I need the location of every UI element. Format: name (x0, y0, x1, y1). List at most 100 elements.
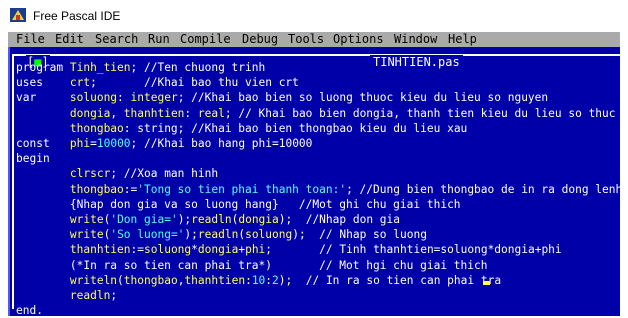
code-token: program (16, 61, 70, 74)
menu-compile[interactable]: Compile (180, 32, 231, 47)
code-token: 10000 (96, 137, 131, 150)
code-token: ); (184, 228, 198, 242)
code-token: write (69, 213, 104, 226)
code-token: ; //Dung bien thongbao de in ra dong len… (346, 182, 623, 196)
code-token: : (117, 91, 131, 105)
code-token: ; //Khai bao bien so luong thuoc kieu du… (177, 91, 549, 105)
code-token: thanhtien (184, 273, 246, 287)
menu-search[interactable]: Search (95, 32, 138, 47)
code-token: soluong (245, 228, 293, 242)
editor-window: [■] TINHTIEN.pas program Tinh_tien; //Te… (8, 47, 622, 318)
code-token: ; //Khai bao thu vien crt (90, 76, 299, 90)
code-token: := (130, 243, 144, 257)
code-token: 'Don gia=' (110, 213, 178, 226)
code-token: (*In ra so tien can phai tra*) // Mot hg… (16, 258, 488, 272)
menu-run[interactable]: Run (148, 32, 170, 47)
code-line[interactable]: var soluong: integer; //Khai bao bien so… (16, 90, 548, 105)
code-token: phi (69, 137, 91, 150)
title-bar: Free Pascal IDE (0, 0, 628, 30)
code-line[interactable]: thanhtien:=soluong*dongia+phi; // Tinh t… (16, 242, 562, 257)
code-token: ( (117, 273, 124, 287)
free-pascal-app-icon (10, 8, 26, 22)
code-token: thongbao (123, 273, 178, 287)
code-token: soluong (144, 243, 192, 257)
code-token: : string; //Khai bao bien thongbao kieu … (123, 121, 468, 135)
code-token: soluong (69, 91, 118, 105)
code-token: 'So luong=' (110, 228, 185, 242)
code-token: integer (130, 91, 178, 105)
code-token: crt (69, 76, 91, 90)
code-line[interactable]: readln; (16, 288, 117, 303)
code-line[interactable]: write('Don gia=');readln(dongia); //Nhap… (16, 212, 400, 227)
code-token: 'Tong so tien phai thanh toan:' (137, 182, 347, 196)
code-token: write (69, 228, 104, 242)
code-token: ); // In ra so tien can phai tra (278, 273, 502, 287)
code-token: 10 (251, 273, 266, 287)
code-token: ; //Ten chuong trinh (130, 61, 266, 74)
code-token: phi (245, 243, 266, 257)
menu-tools[interactable]: Tools (288, 32, 324, 47)
code-token: readln (69, 289, 111, 302)
left-edge (8, 47, 10, 316)
code-line[interactable]: thongbao: string; //Khai bao bien thongb… (16, 121, 467, 136)
code-token: ); (177, 213, 192, 226)
code-line[interactable]: program Tinh_tien; //Ten chuong trinh (16, 60, 265, 75)
menu-edit[interactable]: Edit (55, 32, 84, 47)
code-token: dongia (238, 213, 279, 226)
code-token: ; // Tinh thanhtien=soluong*dongia+phi (265, 243, 562, 257)
code-token: ); //Nhap don gia (278, 213, 401, 226)
text-cursor (483, 281, 490, 285)
code-token: clrscr (69, 167, 111, 181)
code-token: var (16, 91, 70, 105)
code-token: thanhtien (69, 243, 131, 257)
code-line[interactable]: {Nhap don gia va so luong hang} //Mot gh… (16, 197, 461, 212)
code-token: : (245, 273, 252, 287)
menu-options[interactable]: Options (333, 32, 384, 47)
menu-help[interactable]: Help (448, 32, 477, 47)
code-token: = (90, 137, 97, 150)
menu-window[interactable]: Window (394, 32, 437, 47)
code-line[interactable]: uses crt; //Khai bao thu vien crt (16, 75, 299, 90)
code-token: Tinh_tien (69, 61, 131, 74)
code-token: thongbao (69, 182, 124, 196)
code-token: 2 (272, 273, 279, 287)
code-token: const (16, 137, 70, 150)
code-line[interactable]: write('So luong=');readln(soluong); // N… (16, 227, 427, 242)
code-token: * (191, 243, 198, 257)
code-token: {Nhap don gia va so luong hang} //Mot gh… (16, 197, 461, 211)
code-line[interactable]: (*In ra so tien can phai tra*) // Mot hg… (16, 258, 488, 273)
code-line[interactable]: clrscr; //Xoa man hinh (16, 166, 218, 181)
code-line[interactable]: const phi=10000; //Khai bao hang phi=100… (16, 136, 312, 151)
code-token: thongbao (69, 121, 124, 135)
code-token: := (123, 182, 138, 196)
code-token: readln (191, 213, 232, 226)
code-token: ); // Nhap so luong (292, 228, 427, 242)
code-line[interactable]: begin (16, 151, 50, 166)
editor-filename: TINHTIEN.pas (370, 55, 463, 69)
code-token: ; (110, 289, 118, 302)
code-token: ; //Xoa man hinh (110, 167, 219, 181)
code-line[interactable]: writeln(thongbao,thanhtien:10:2); // In … (16, 273, 501, 288)
code-token: : (184, 106, 198, 120)
code-token: end. (16, 304, 43, 318)
code-token: ; //Khai bao hang phi=10000 (130, 137, 313, 150)
code-token: , (110, 106, 124, 120)
menu-file[interactable]: File (16, 32, 45, 47)
code-token: begin (16, 152, 50, 166)
code-line[interactable]: thongbao:='Tong so tien phai thanh toan:… (16, 182, 622, 197)
code-token: ; // Khai bao bien dongia, thanh tien ki… (224, 106, 616, 120)
menu-debug[interactable]: Debug (242, 32, 278, 47)
window-title: Free Pascal IDE (33, 9, 121, 23)
code-token: real (197, 106, 225, 120)
code-token: uses (16, 76, 70, 90)
code-token: dongia (69, 106, 111, 120)
code-line[interactable]: dongia, thanhtien: real; // Khai bao bie… (16, 106, 616, 121)
